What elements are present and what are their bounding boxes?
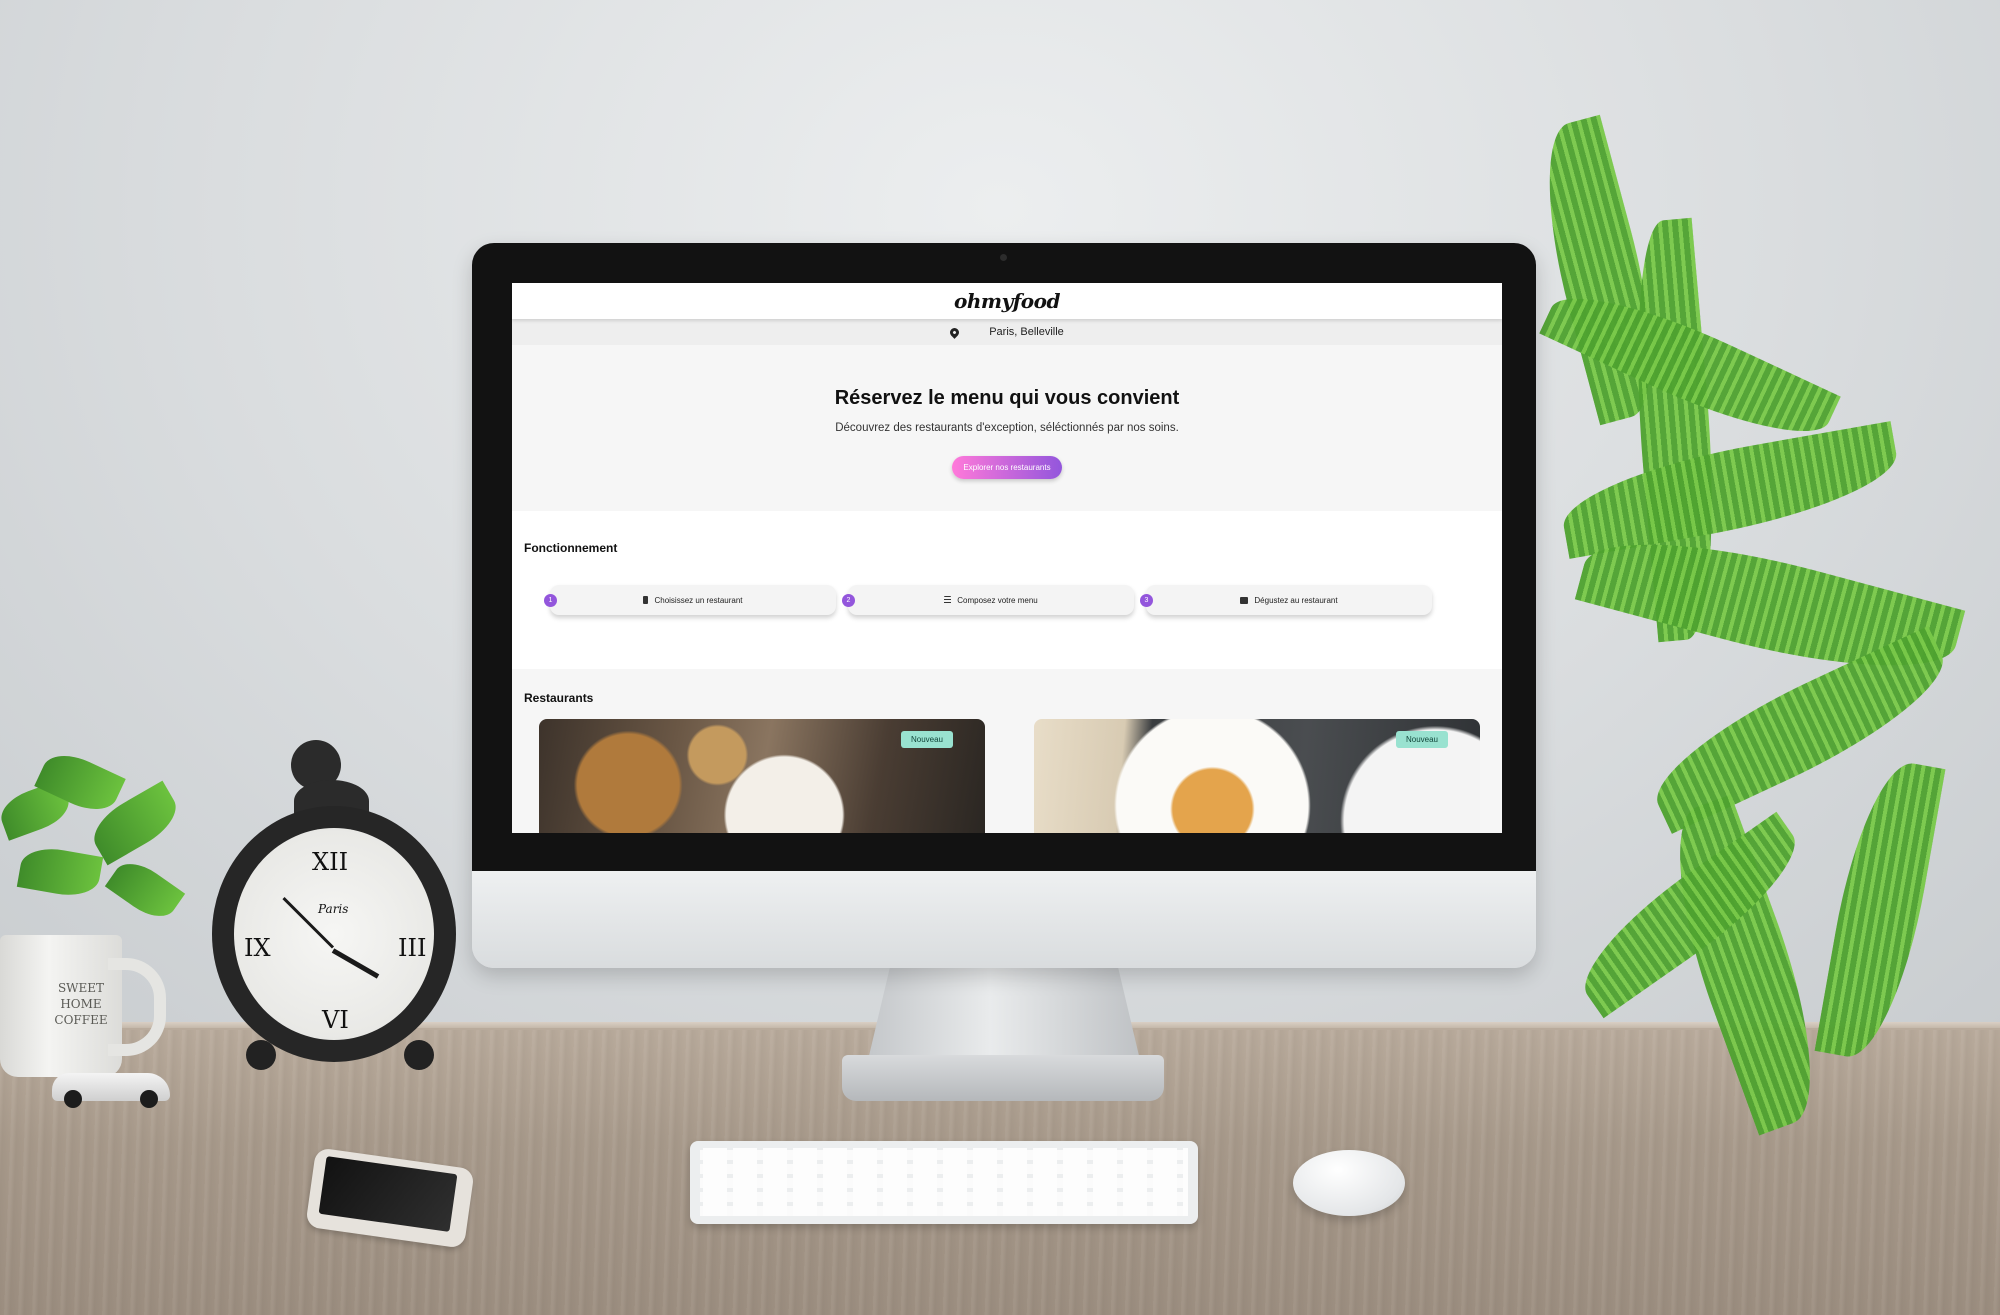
how-it-works-section: Fonctionnement 1 Choisissez un restauran… (512, 511, 1502, 669)
clock-numeral-3: III (398, 934, 427, 962)
step-number: 2 (842, 594, 855, 607)
store-icon (1240, 596, 1249, 604)
step-1[interactable]: 1 Choisissez un restaurant (544, 585, 836, 615)
step-label: Dégustez au restaurant (1254, 595, 1338, 605)
clock-numeral-6: VI (322, 1006, 349, 1034)
restaurant-card[interactable]: Nouveau (1034, 719, 1480, 833)
monitor-stand-foot (842, 1055, 1164, 1101)
monitor-stand (868, 968, 1140, 1060)
location-pin-icon (948, 325, 962, 339)
new-badge: Nouveau (900, 731, 953, 748)
explore-restaurants-button[interactable]: Explorer nos restaurants (952, 456, 1062, 479)
clock-numeral-12: XII (312, 848, 349, 876)
site-header: ohmyfood (512, 283, 1502, 319)
step-label: Composez votre menu (957, 595, 1038, 605)
step-number: 1 (544, 594, 557, 607)
clock-foot (246, 1040, 276, 1070)
location-bar: Paris, Belleville (512, 319, 1502, 345)
restaurants-title: Restaurants (524, 691, 594, 705)
keyboard-keys (700, 1148, 1188, 1216)
location-label: Paris, Belleville (989, 326, 1064, 338)
clock-numeral-9: IX (244, 934, 271, 962)
website-screen: ohmyfood Paris, Belleville Réservez le m… (512, 283, 1502, 833)
mouse (1293, 1150, 1405, 1216)
webcam (1000, 254, 1007, 261)
hero-title: Réservez le menu qui vous convient (834, 387, 1180, 409)
new-badge: Nouveau (1395, 731, 1448, 748)
list-icon (944, 596, 952, 604)
hero-section: Réservez le menu qui vous convient Décou… (512, 345, 1502, 511)
restaurants-section: Restaurants Nouveau Nouveau (512, 669, 1502, 833)
step-number: 3 (1140, 594, 1153, 607)
clock-foot (404, 1040, 434, 1070)
smartphone-icon (643, 596, 649, 604)
step-2[interactable]: 2 Composez votre menu (842, 585, 1134, 615)
hero-subtitle: Découvrez des restaurants d'exception, s… (835, 422, 1179, 434)
site-logo[interactable]: ohmyfood (954, 289, 1060, 313)
step-3[interactable]: 3 Dégustez au restaurant (1140, 585, 1432, 615)
mug-text: SWEET HOME COFFEE (54, 981, 108, 1027)
how-it-works-title: Fonctionnement (524, 541, 618, 555)
step-label: Choisissez un restaurant (654, 595, 743, 605)
restaurant-card[interactable]: Nouveau (539, 719, 985, 833)
clock-brand: Paris (318, 902, 349, 916)
monitor-chin (472, 871, 1536, 968)
toy-car-wheel (140, 1090, 158, 1108)
steps-list: 1 Choisissez un restaurant 2 Composez vo… (544, 585, 1432, 615)
toy-car-wheel (64, 1090, 82, 1108)
